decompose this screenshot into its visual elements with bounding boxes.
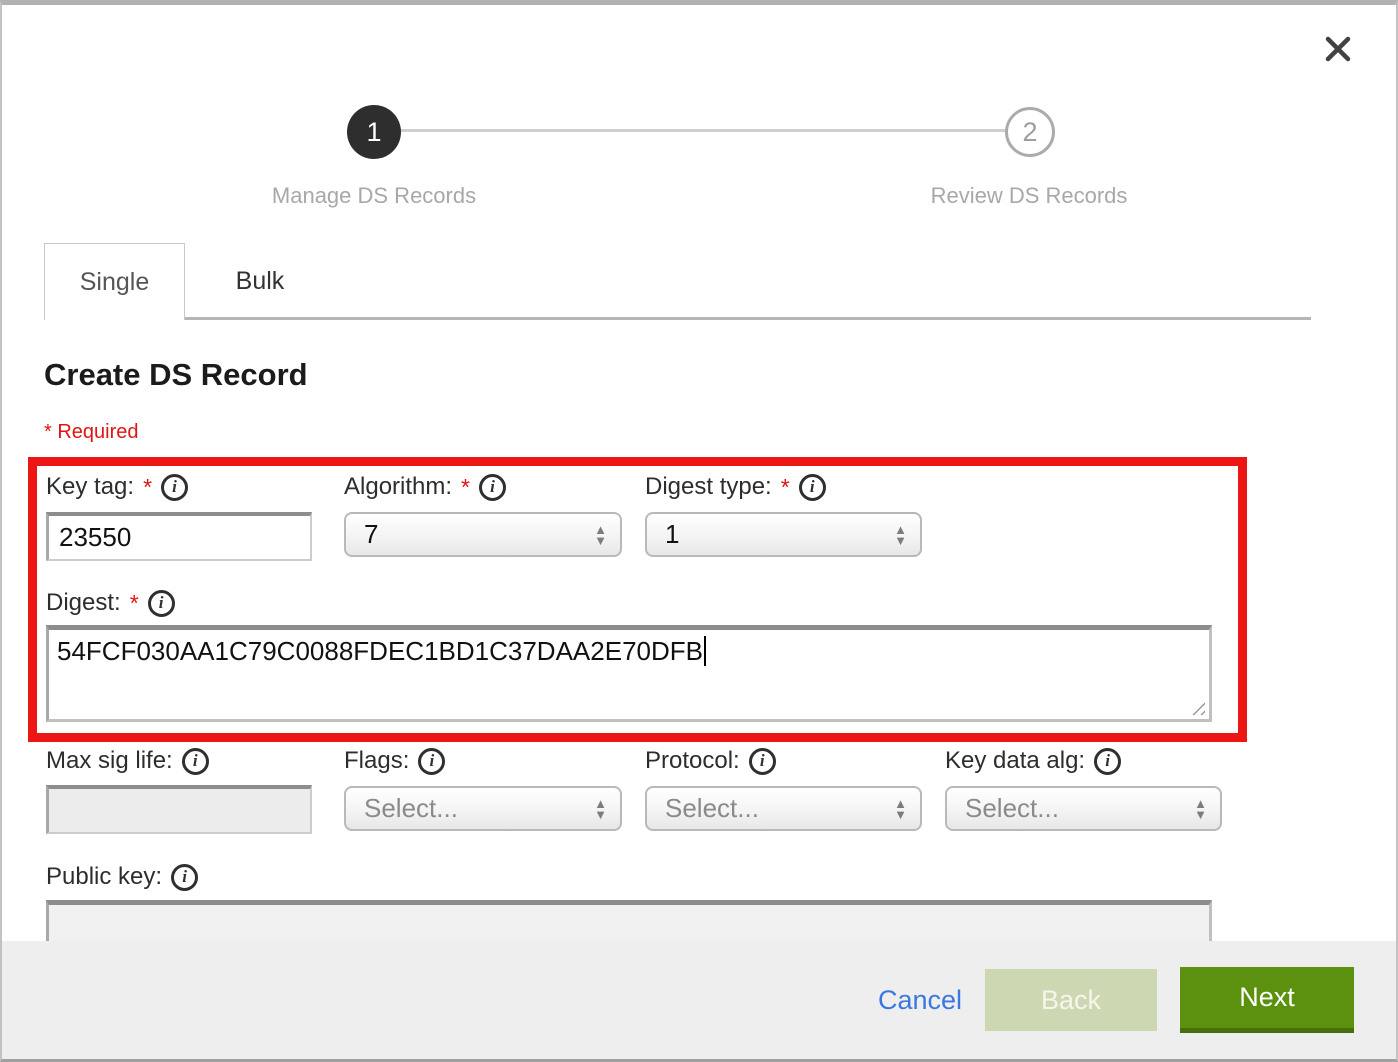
create-ds-record-dialog: 1 2 Manage DS Records Review DS Records … [0,0,1398,1062]
next-button[interactable]: Next [1180,967,1354,1033]
key-data-alg-select[interactable]: Select... ▲▼ [945,786,1222,831]
key-tag-input[interactable] [46,512,312,561]
protocol-select-value: Select... [665,793,759,824]
info-icon[interactable]: i [418,748,445,775]
public-key-textarea[interactable] [46,900,1212,941]
info-icon[interactable]: i [749,748,776,775]
info-icon[interactable]: i [799,474,826,501]
info-icon[interactable]: i [148,590,175,617]
required-note: * Required [44,421,139,444]
max-sig-life-label: Max sig life: i [46,747,209,775]
flags-select[interactable]: Select... ▲▼ [344,786,622,831]
info-icon[interactable]: i [479,474,506,501]
step-number: 1 [366,117,381,148]
key-data-alg-select-value: Select... [965,793,1059,824]
stepper-connector [400,129,1008,132]
page-title: Create DS Record [44,357,308,393]
key-tag-label: Key tag: * i [46,473,188,501]
step-number: 2 [1022,117,1037,148]
tab-bulk[interactable]: Bulk [185,243,335,320]
flags-select-value: Select... [364,793,458,824]
cancel-button[interactable]: Cancel [878,985,962,1016]
digest-textarea[interactable]: 54FCF030AA1C79C0088FDEC1BD1C37DAA2E70DFB [46,625,1212,722]
select-spinner-icon: ▲▼ [894,798,907,820]
info-icon[interactable]: i [1094,748,1121,775]
key-data-alg-label: Key data alg: i [945,747,1121,775]
flags-label: Flags: i [344,747,445,775]
stepper-step-2: 2 [1005,107,1055,157]
stepper-label-review: Review DS Records [931,183,1128,209]
select-spinner-icon: ▲▼ [594,798,607,820]
close-icon[interactable] [1324,35,1352,63]
required-asterisk: * [461,474,470,501]
required-asterisk: * [130,590,139,617]
protocol-select[interactable]: Select... ▲▼ [645,786,922,831]
dialog-footer: Cancel Back Next [2,941,1396,1059]
digest-type-select[interactable]: 1 ▲▼ [645,512,922,557]
protocol-label: Protocol: i [645,747,776,775]
tab-bulk-label: Bulk [236,267,285,296]
info-icon[interactable]: i [161,474,188,501]
info-icon[interactable]: i [182,748,209,775]
digest-label: Digest: * i [46,589,175,617]
back-button[interactable]: Back [985,969,1157,1031]
resize-grip-icon[interactable] [1187,697,1205,715]
select-spinner-icon: ▲▼ [894,524,907,546]
select-spinner-icon: ▲▼ [594,524,607,546]
text-cursor [704,636,706,666]
digest-type-select-value: 1 [665,519,679,550]
tab-single[interactable]: Single [44,243,185,320]
algorithm-select[interactable]: 7 ▲▼ [344,512,622,557]
stepper-step-1: 1 [347,105,401,159]
algorithm-label: Algorithm: * i [344,473,506,501]
algorithm-select-value: 7 [364,519,378,550]
info-icon[interactable]: i [171,864,198,891]
stepper-label-manage: Manage DS Records [272,183,476,209]
required-asterisk: * [143,474,152,501]
required-asterisk: * [781,474,790,501]
max-sig-life-input[interactable] [46,785,312,834]
tab-single-label: Single [80,268,150,297]
public-key-label: Public key: i [46,863,198,891]
select-spinner-icon: ▲▼ [1194,798,1207,820]
digest-type-label: Digest type: * i [645,473,826,501]
digest-value: 54FCF030AA1C79C0088FDEC1BD1C37DAA2E70DFB [57,636,703,666]
